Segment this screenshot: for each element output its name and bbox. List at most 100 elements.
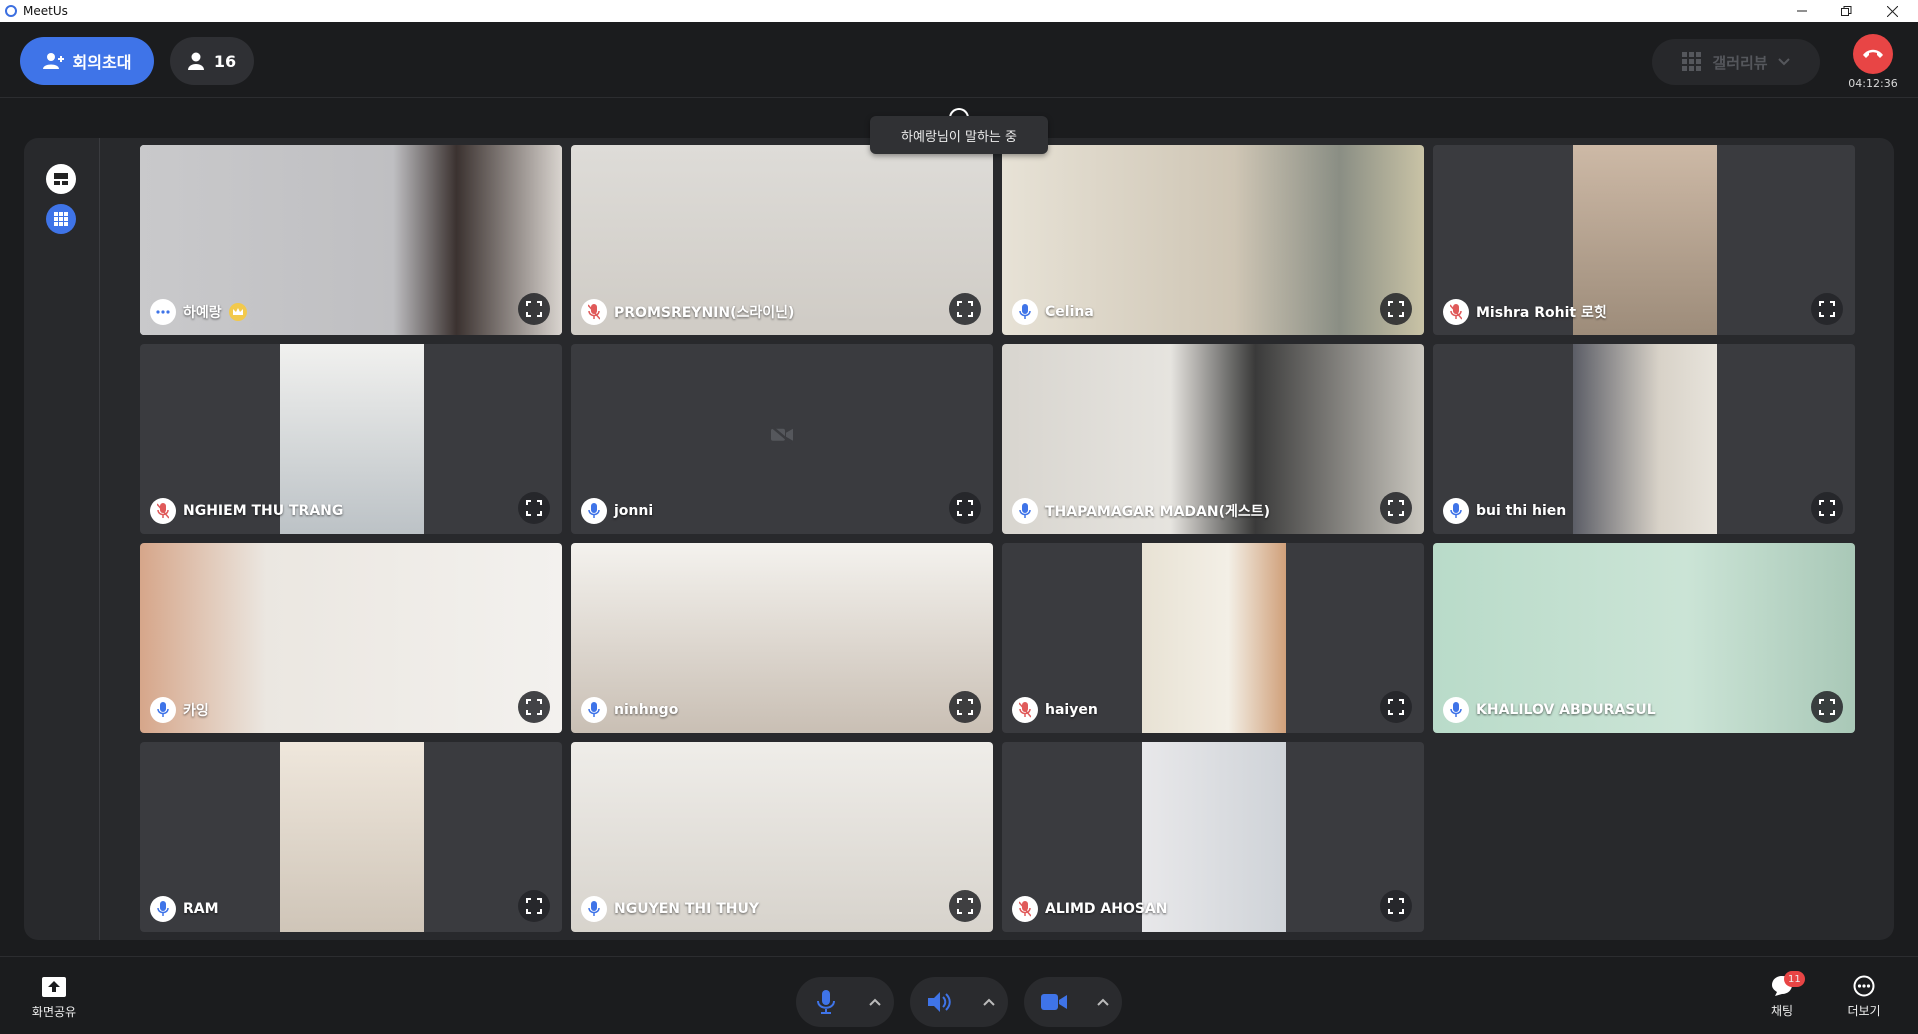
participant-name: NGHIEM THU TRANG: [183, 503, 344, 519]
close-window-button[interactable]: [1870, 0, 1914, 22]
participant-tile[interactable]: jonni: [571, 344, 993, 534]
participant-tile[interactable]: Celina: [1002, 145, 1424, 335]
fullscreen-icon: [957, 301, 973, 317]
camera-control: [1024, 977, 1122, 1027]
fullscreen-button[interactable]: [1811, 691, 1843, 723]
window-title: MeetUs: [23, 4, 68, 18]
participant-label: bui thi hien: [1443, 498, 1566, 524]
gallery-view-button[interactable]: [46, 204, 76, 234]
meeting-header: 회의초대 16 갤러리뷰 04:12:36: [0, 22, 1918, 98]
host-crown-icon: [228, 303, 247, 321]
participant-tile[interactable]: PROMSREYNIN(스라이닌): [571, 145, 993, 335]
microphone-icon: [1019, 503, 1031, 518]
invite-button[interactable]: 회의초대: [20, 37, 154, 85]
participant-name: NGUYEN THI THUY: [614, 901, 759, 917]
participant-tile[interactable]: Mishra Rohit 로힛: [1433, 145, 1855, 335]
participant-name: ninhngo: [614, 702, 679, 718]
speaking-indicator: [150, 299, 176, 325]
fullscreen-button[interactable]: [949, 293, 981, 325]
grid-layout-icon: [54, 212, 68, 226]
participant-tile[interactable]: ALIMD AHOSAN: [1002, 742, 1424, 932]
video-camera-icon: [1041, 994, 1067, 1010]
chevron-down-icon: [1777, 58, 1790, 66]
minimize-button[interactable]: [1780, 0, 1824, 22]
fullscreen-icon: [1388, 301, 1404, 317]
speaker-button[interactable]: [910, 977, 970, 1027]
participant-label: 카잉: [150, 697, 209, 723]
chat-button[interactable]: 11 채팅: [1762, 971, 1805, 1019]
participant-label: haiyen: [1012, 697, 1098, 723]
participant-label: ninhngo: [581, 697, 678, 723]
microphone-muted-icon: [1019, 901, 1031, 917]
microphone-control: [796, 977, 894, 1027]
microphone-icon: [157, 901, 169, 916]
fullscreen-icon: [1819, 301, 1835, 317]
participant-name: 하예랑: [183, 305, 222, 321]
restore-button[interactable]: [1824, 0, 1868, 22]
participant-label: THAPAMAGAR MADAN(게스트): [1012, 498, 1270, 524]
participant-name: THAPAMAGAR MADAN(게스트): [1045, 504, 1271, 520]
microphone-icon: [1450, 503, 1462, 518]
participant-video: [1573, 344, 1717, 534]
mic-muted-indicator: [1443, 299, 1469, 325]
more-button[interactable]: 더보기: [1842, 975, 1886, 1019]
participant-tile[interactable]: RAM: [140, 742, 562, 932]
microphone-button[interactable]: [796, 977, 856, 1027]
microphone-icon: [588, 702, 600, 717]
fullscreen-icon: [526, 500, 542, 516]
fullscreen-button[interactable]: [1380, 890, 1412, 922]
participant-tile[interactable]: NGUYEN THI THUY: [571, 742, 993, 932]
participant-name: haiyen: [1045, 702, 1098, 718]
camera-options-button[interactable]: [1084, 977, 1122, 1027]
fullscreen-button[interactable]: [518, 691, 550, 723]
mic-on-indicator: [150, 896, 176, 922]
add-user-icon: [42, 53, 64, 69]
fullscreen-button[interactable]: [949, 890, 981, 922]
speaker-options-button[interactable]: [970, 977, 1008, 1027]
participant-label: jonni: [581, 498, 653, 524]
participant-tile[interactable]: THAPAMAGAR MADAN(게스트): [1002, 344, 1424, 534]
microphone-icon: [1450, 702, 1462, 717]
participant-tile[interactable]: 카잉: [140, 543, 562, 733]
participant-label: RAM: [150, 896, 219, 922]
view-mode-button[interactable]: 갤러리뷰: [1652, 39, 1820, 85]
participant-name: RAM: [183, 901, 219, 917]
fullscreen-button[interactable]: [949, 492, 981, 524]
fullscreen-icon: [957, 699, 973, 715]
leave-call-button[interactable]: [1853, 34, 1893, 74]
participant-label: PROMSREYNIN(스라이닌): [581, 299, 794, 325]
participant-tile[interactable]: KHALILOV ABDURASUL: [1433, 543, 1855, 733]
fullscreen-button[interactable]: [1811, 492, 1843, 524]
fullscreen-button[interactable]: [1380, 492, 1412, 524]
speaker-view-button[interactable]: [46, 164, 76, 194]
participant-name: jonni: [614, 503, 654, 519]
participant-tile[interactable]: bui thi hien: [1433, 344, 1855, 534]
fullscreen-button[interactable]: [949, 691, 981, 723]
participant-tile[interactable]: NGHIEM THU TRANG: [140, 344, 562, 534]
participant-tile[interactable]: haiyen: [1002, 543, 1424, 733]
microphone-icon: [817, 990, 835, 1014]
camera-button[interactable]: [1024, 977, 1084, 1027]
participant-tile[interactable]: ninhngo: [571, 543, 993, 733]
mic-on-indicator: [581, 896, 607, 922]
close-icon: [1886, 5, 1898, 17]
share-screen-button[interactable]: 화면공유: [22, 977, 86, 1020]
fullscreen-button[interactable]: [1380, 691, 1412, 723]
fullscreen-button[interactable]: [1811, 293, 1843, 325]
fullscreen-button[interactable]: [518, 890, 550, 922]
person-icon: [187, 52, 204, 70]
fullscreen-button[interactable]: [518, 293, 550, 325]
view-mode-label: 갤러리뷰: [1712, 53, 1768, 72]
microphone-options-button[interactable]: [856, 977, 894, 1027]
speaker-control: [910, 977, 1008, 1027]
participants-button[interactable]: 16: [170, 37, 254, 85]
fullscreen-icon: [1388, 500, 1404, 516]
chat-label: 채팅: [1770, 1004, 1794, 1018]
fullscreen-button[interactable]: [518, 492, 550, 524]
layout-rail: [24, 138, 100, 940]
mic-on-indicator: [581, 498, 607, 524]
microphone-icon: [588, 503, 600, 518]
fullscreen-button[interactable]: [1380, 293, 1412, 325]
participant-label: NGUYEN THI THUY: [581, 896, 759, 922]
participant-tile[interactable]: 하예랑: [140, 145, 562, 335]
